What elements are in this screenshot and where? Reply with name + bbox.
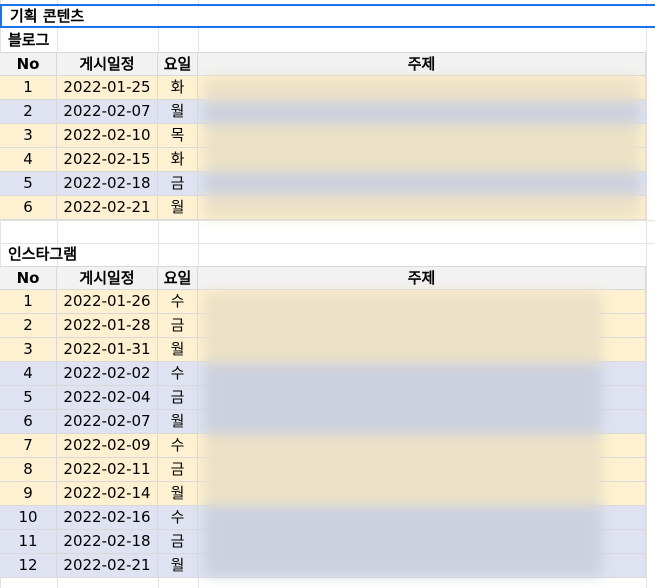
blog-row-1-date-cell[interactable]: 2022-01-25 xyxy=(57,76,158,100)
column-header-day[interactable]: 요일 xyxy=(158,266,198,290)
instagram-row-4-day-cell[interactable]: 수 xyxy=(158,362,198,386)
instagram-row-11-date-cell[interactable]: 2022-02-18 xyxy=(57,530,158,554)
instagram-row-3-day-cell[interactable]: 월 xyxy=(158,338,198,362)
instagram-row-2-no-cell[interactable]: 2 xyxy=(0,314,57,338)
column-header-date[interactable]: 게시일정 xyxy=(57,266,158,290)
instagram-row-11-no-cell[interactable]: 11 xyxy=(0,530,57,554)
instagram-row-1-date-cell[interactable]: 2022-01-26 xyxy=(57,290,158,314)
blog-topic-redacted-blur xyxy=(204,78,640,218)
instagram-row-12-no-cell[interactable]: 12 xyxy=(0,554,57,578)
instagram-section-label[interactable]: 인스타그램 xyxy=(0,243,208,265)
blog-row-4-day-cell[interactable]: 화 xyxy=(158,148,198,172)
instagram-row-2-day-cell[interactable]: 금 xyxy=(158,314,198,338)
blog-row-3-day-cell[interactable]: 목 xyxy=(158,124,198,148)
column-header-day[interactable]: 요일 xyxy=(158,52,198,76)
instagram-row-5-date-cell[interactable]: 2022-02-04 xyxy=(57,386,158,410)
blog-section-label[interactable]: 블로그 xyxy=(0,29,208,51)
blog-row-3-date-cell[interactable]: 2022-02-10 xyxy=(57,124,158,148)
column-header-no[interactable]: No xyxy=(0,266,57,290)
blog-row-3-no-cell[interactable]: 3 xyxy=(0,124,57,148)
instagram-row-4-no-cell[interactable]: 4 xyxy=(0,362,57,386)
column-header-topic[interactable]: 주제 xyxy=(198,266,646,290)
instagram-row-10-day-cell[interactable]: 수 xyxy=(158,506,198,530)
instagram-row-6-date-cell[interactable]: 2022-02-07 xyxy=(57,410,158,434)
blog-row-4-no-cell[interactable]: 4 xyxy=(0,148,57,172)
blog-row-6-day-cell[interactable]: 월 xyxy=(158,196,198,220)
instagram-row-1-day-cell[interactable]: 수 xyxy=(158,290,198,314)
blog-row-5-date-cell[interactable]: 2022-02-18 xyxy=(57,172,158,196)
instagram-row-8-day-cell[interactable]: 금 xyxy=(158,458,198,482)
instagram-row-1-no-cell[interactable]: 1 xyxy=(0,290,57,314)
instagram-row-6-no-cell[interactable]: 6 xyxy=(0,410,57,434)
instagram-topic-redacted-blur xyxy=(204,292,602,576)
grid-line xyxy=(646,0,647,588)
instagram-row-9-no-cell[interactable]: 9 xyxy=(0,482,57,506)
instagram-row-9-day-cell[interactable]: 월 xyxy=(158,482,198,506)
blog-row-6-date-cell[interactable]: 2022-02-21 xyxy=(57,196,158,220)
spreadsheet-grid: 기획 콘텐츠 블로그 No 게시일정 요일 주제 1 2022-01-25 화 2 2022-0… xyxy=(0,0,655,588)
instagram-row-8-no-cell[interactable]: 8 xyxy=(0,458,57,482)
instagram-row-12-date-cell[interactable]: 2022-02-21 xyxy=(57,554,158,578)
blog-row-2-no-cell[interactable]: 2 xyxy=(0,100,57,124)
instagram-row-10-date-cell[interactable]: 2022-02-16 xyxy=(57,506,158,530)
blog-row-5-day-cell[interactable]: 금 xyxy=(158,172,198,196)
blog-row-2-date-cell[interactable]: 2022-02-07 xyxy=(57,100,158,124)
column-header-no[interactable]: No xyxy=(0,52,57,76)
instagram-row-5-day-cell[interactable]: 금 xyxy=(158,386,198,410)
instagram-row-12-day-cell[interactable]: 월 xyxy=(158,554,198,578)
instagram-row-9-date-cell[interactable]: 2022-02-14 xyxy=(57,482,158,506)
blog-row-2-day-cell[interactable]: 월 xyxy=(158,100,198,124)
instagram-row-7-no-cell[interactable]: 7 xyxy=(0,434,57,458)
blog-row-5-no-cell[interactable]: 5 xyxy=(0,172,57,196)
instagram-row-3-date-cell[interactable]: 2022-01-31 xyxy=(57,338,158,362)
instagram-row-7-day-cell[interactable]: 수 xyxy=(158,434,198,458)
instagram-row-8-date-cell[interactable]: 2022-02-11 xyxy=(57,458,158,482)
instagram-row-11-day-cell[interactable]: 금 xyxy=(158,530,198,554)
blog-row-4-date-cell[interactable]: 2022-02-15 xyxy=(57,148,158,172)
instagram-row-10-no-cell[interactable]: 10 xyxy=(0,506,57,530)
instagram-row-6-day-cell[interactable]: 월 xyxy=(158,410,198,434)
instagram-row-4-date-cell[interactable]: 2022-02-02 xyxy=(57,362,158,386)
grid-line xyxy=(0,220,655,221)
instagram-row-2-date-cell[interactable]: 2022-01-28 xyxy=(57,314,158,338)
instagram-row-7-date-cell[interactable]: 2022-02-09 xyxy=(57,434,158,458)
blog-row-1-day-cell[interactable]: 화 xyxy=(158,76,198,100)
column-header-topic[interactable]: 주제 xyxy=(198,52,646,76)
blog-row-1-no-cell[interactable]: 1 xyxy=(0,76,57,100)
blog-row-6-no-cell[interactable]: 6 xyxy=(0,196,57,220)
instagram-row-5-no-cell[interactable]: 5 xyxy=(0,386,57,410)
instagram-row-3-no-cell[interactable]: 3 xyxy=(0,338,57,362)
column-header-date[interactable]: 게시일정 xyxy=(57,52,158,76)
sheet-title-cell[interactable]: 기획 콘텐츠 xyxy=(0,4,655,28)
